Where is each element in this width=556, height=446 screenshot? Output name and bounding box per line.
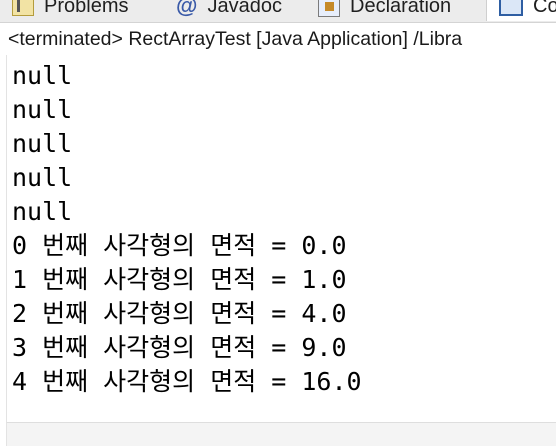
console-line: null bbox=[12, 163, 73, 192]
console-output[interactable]: null null null null null 0 번째 사각형의 면적 = … bbox=[6, 55, 556, 423]
javadoc-icon: @ bbox=[176, 0, 198, 18]
console-line: null bbox=[12, 61, 73, 90]
tab-problems[interactable]: Problems bbox=[12, 0, 128, 21]
tab-label: Co bbox=[533, 0, 556, 17]
tab-label: Declaration bbox=[350, 0, 452, 17]
view-tab-bar: Problems @ Javadoc Declaration Co bbox=[0, 0, 556, 23]
tab-label: Javadoc bbox=[207, 0, 282, 17]
console-line: null bbox=[12, 95, 73, 124]
declaration-icon bbox=[318, 0, 340, 17]
console-status-line: <terminated> RectArrayTest [Java Applica… bbox=[8, 28, 463, 50]
console-bottom-strip bbox=[6, 423, 556, 446]
eclipse-console-view: Problems @ Javadoc Declaration Co <termi… bbox=[0, 0, 556, 446]
console-line: 4 번째 사각형의 면적 = 16.0 bbox=[12, 367, 362, 396]
tab-label: Problems bbox=[44, 0, 129, 17]
tab-console[interactable]: Co bbox=[486, 0, 556, 21]
problems-icon bbox=[12, 0, 34, 16]
console-line: 0 번째 사각형의 면적 = 0.0 bbox=[12, 231, 347, 260]
tab-declaration[interactable]: Declaration bbox=[318, 0, 451, 21]
console-line: 2 번째 사각형의 면적 = 4.0 bbox=[12, 299, 347, 328]
console-line: null bbox=[12, 129, 73, 158]
console-icon bbox=[499, 0, 523, 16]
console-line: null bbox=[12, 197, 73, 226]
console-line: 1 번째 사각형의 면적 = 1.0 bbox=[12, 265, 347, 294]
console-lines: null null null null null 0 번째 사각형의 면적 = … bbox=[12, 59, 362, 399]
tab-javadoc[interactable]: @ Javadoc bbox=[176, 0, 282, 21]
console-line: 3 번째 사각형의 면적 = 9.0 bbox=[12, 333, 347, 362]
